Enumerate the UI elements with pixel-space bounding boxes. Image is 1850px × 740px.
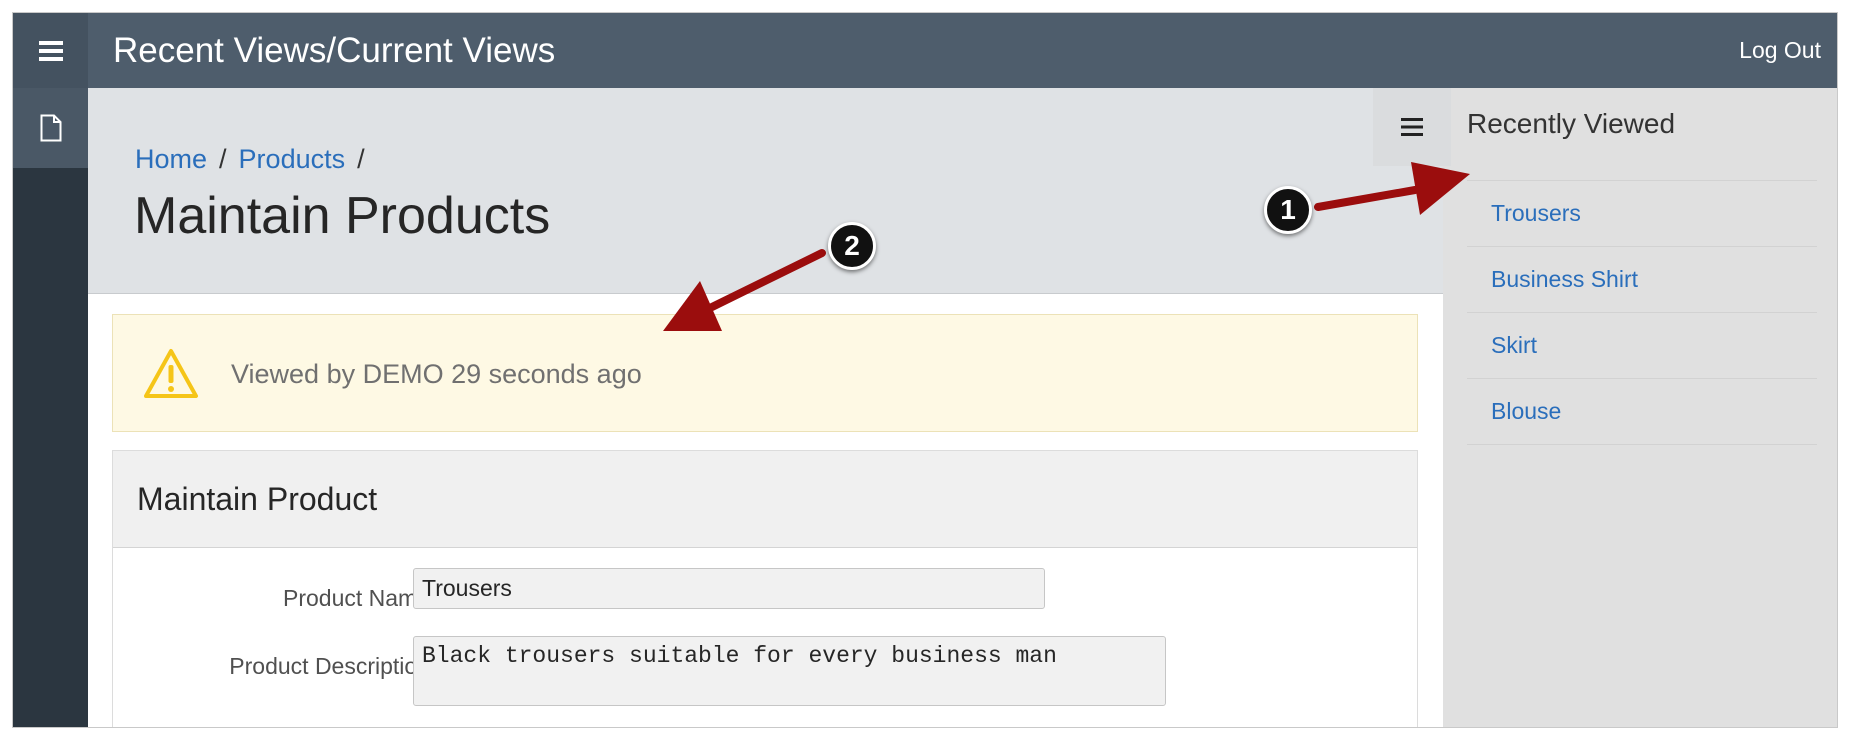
breadcrumb-separator: / — [357, 144, 365, 174]
document-icon — [40, 114, 61, 142]
breadcrumb-separator: / — [219, 144, 227, 174]
recently-viewed-toggle-button[interactable] — [1373, 88, 1451, 166]
page-header: Home / Products / Maintain Products — [88, 88, 1443, 294]
breadcrumb-home-link[interactable]: Home — [135, 144, 207, 174]
maintain-product-region: Maintain Product Product Name Trousers P… — [112, 450, 1418, 727]
region-header: Maintain Product — [113, 451, 1417, 548]
main-content: Viewed by DEMO 29 seconds ago Maintain P… — [88, 294, 1443, 727]
warning-icon — [144, 349, 198, 398]
product-description-label: Product Description — [229, 653, 430, 679]
breadcrumb: Home / Products / — [135, 144, 377, 175]
page-title: Maintain Products — [134, 187, 551, 245]
recently-viewed-item[interactable]: Blouse — [1467, 379, 1817, 445]
recently-viewed-item[interactable]: Skirt — [1467, 313, 1817, 379]
region-title: Maintain Product — [137, 481, 378, 517]
alert-message: Viewed by DEMO 29 seconds ago — [231, 359, 642, 389]
recently-viewed-item[interactable]: Business Shirt — [1467, 247, 1817, 313]
hamburger-icon — [38, 40, 63, 61]
callout-marker-1: 1 — [1264, 186, 1312, 234]
recently-viewed-title: Recently Viewed — [1467, 108, 1676, 139]
recently-viewed-panel: Recently Viewed Trousers Business Shirt … — [1373, 88, 1837, 727]
top-navigation-bar: Recent Views/Current Views Log Out — [13, 13, 1837, 88]
breadcrumb-products-link[interactable]: Products — [239, 144, 346, 174]
sidebar-item-page[interactable] — [13, 88, 88, 168]
app-title: Recent Views/Current Views — [113, 31, 556, 70]
recently-viewed-list: Trousers Business Shirt Skirt Blouse — [1467, 180, 1817, 445]
hamburger-icon — [1401, 118, 1423, 136]
product-name-input[interactable]: Trousers — [413, 568, 1045, 609]
side-navigation — [13, 88, 88, 727]
product-name-label: Product Name — [282, 585, 430, 611]
callout-marker-2: 2 — [828, 222, 876, 270]
hamburger-menu-button[interactable] — [13, 13, 88, 88]
logout-link[interactable]: Log Out — [1739, 13, 1821, 88]
recently-viewed-item[interactable]: Trousers — [1467, 181, 1817, 247]
viewed-by-alert: Viewed by DEMO 29 seconds ago — [112, 314, 1418, 432]
app-window: Recent Views/Current Views Log Out Home /… — [12, 12, 1838, 728]
product-description-textarea[interactable]: Black trousers suitable for every busine… — [413, 636, 1166, 706]
